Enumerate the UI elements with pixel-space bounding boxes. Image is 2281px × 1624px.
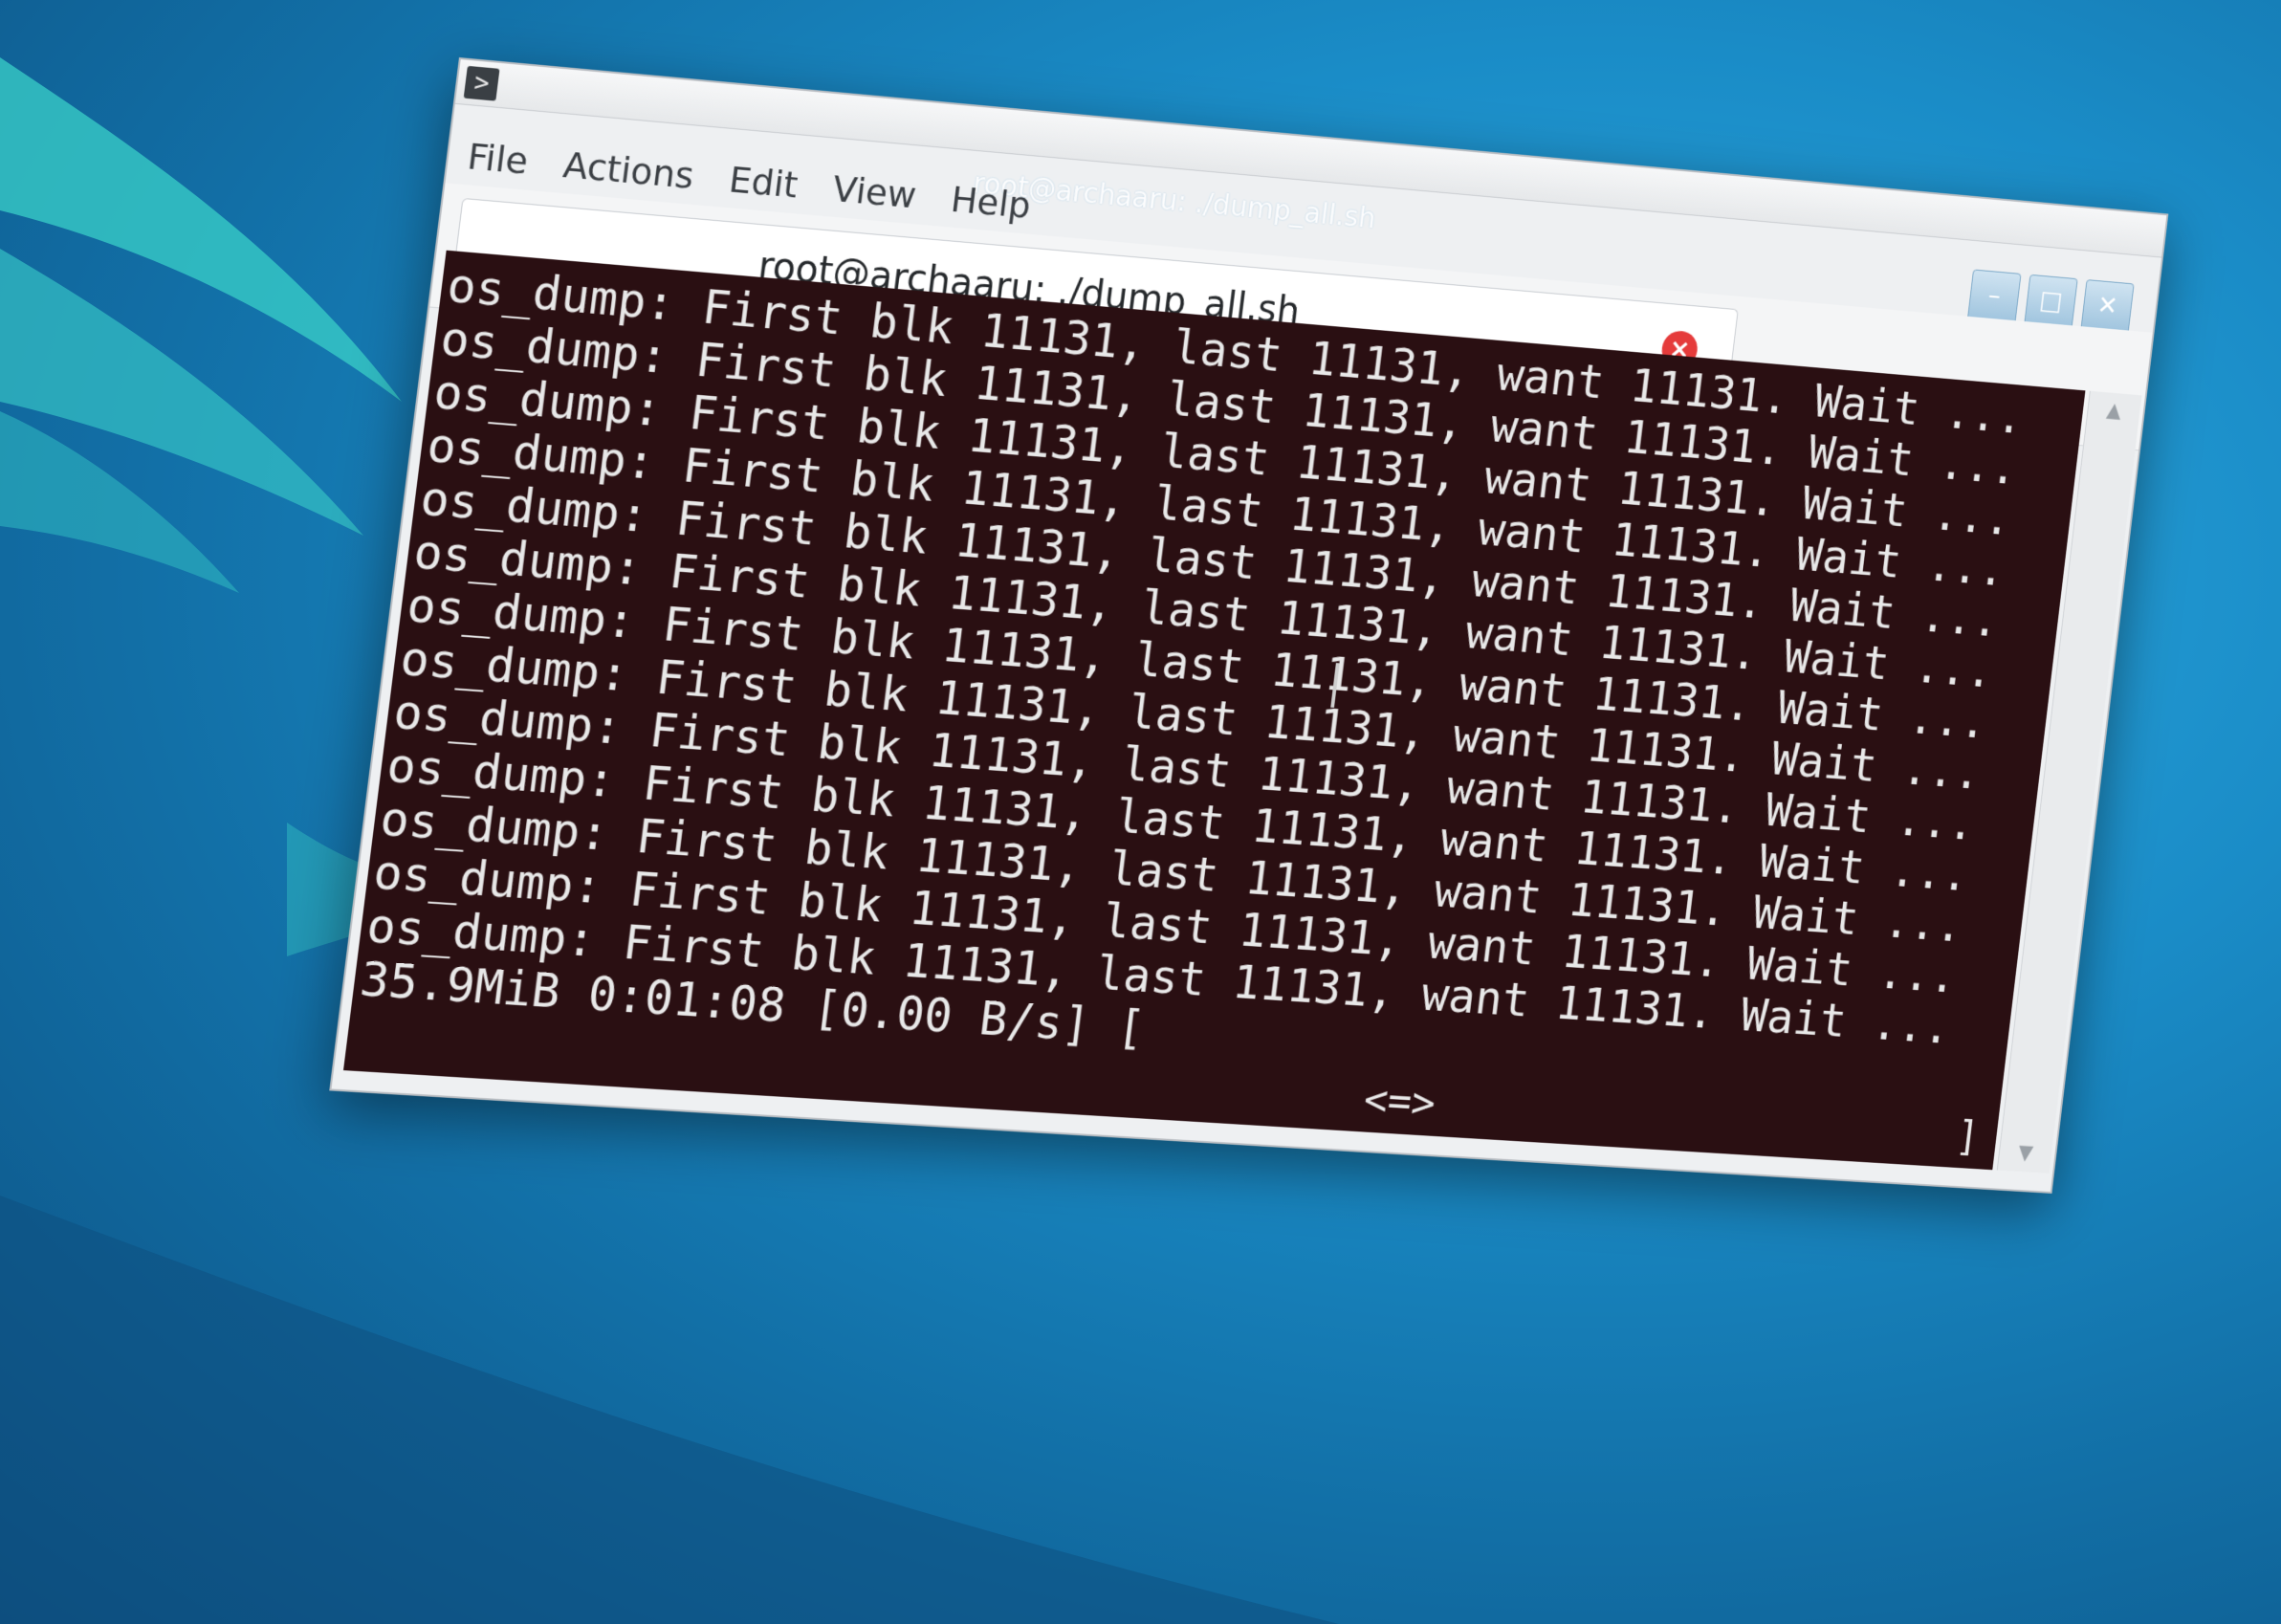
menu-actions[interactable]: Actions (561, 143, 696, 197)
scroll-up-icon[interactable]: ▲ (2086, 391, 2141, 431)
scroll-down-icon[interactable]: ▼ (1998, 1134, 2053, 1174)
terminal-icon[interactable]: > (463, 65, 500, 101)
terminal-window: > root@archaaru: ./dump_all.sh File Acti… (329, 57, 2169, 1194)
terminal-output[interactable]: os_dump: First blk 11131, last 11131, wa… (343, 250, 2086, 1171)
maximize-icon[interactable]: □ (2024, 274, 2078, 330)
menu-edit[interactable]: Edit (727, 159, 801, 207)
progress-bracket: ] (1953, 1112, 1983, 1161)
terminal-text: os_dump: First blk 11131, last 11131, wa… (357, 257, 2026, 1105)
menu-file[interactable]: File (465, 135, 530, 182)
menu-view[interactable]: View (830, 167, 918, 216)
progress-indicator: <=> (1361, 1076, 1438, 1129)
menu-help[interactable]: Help (949, 178, 1033, 226)
minimize-icon[interactable]: – (1966, 269, 2022, 324)
close-icon[interactable]: ✕ (2080, 279, 2135, 335)
